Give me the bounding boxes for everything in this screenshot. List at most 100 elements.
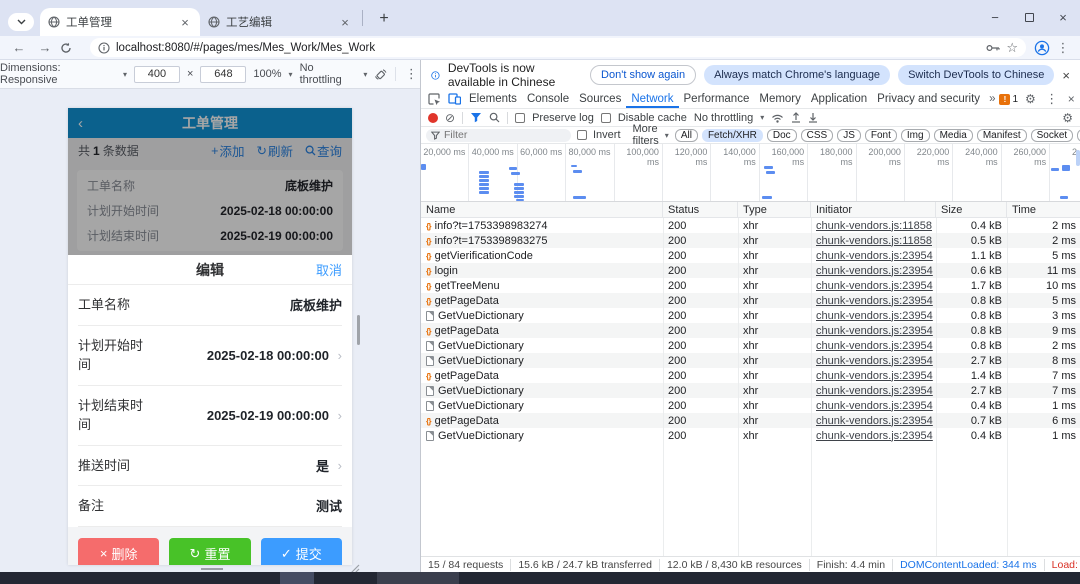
network-conditions-icon[interactable] [771, 113, 784, 123]
rotate-device-icon[interactable] [374, 68, 387, 81]
close-window-button[interactable]: × [1046, 0, 1080, 34]
profile-avatar[interactable] [1034, 40, 1050, 56]
network-request-row[interactable]: GetVueDictionary 200 xhr chunk-vendors.js:2… [421, 428, 1080, 443]
viewport-height-input[interactable] [200, 65, 247, 83]
column-header-status[interactable]: Status [663, 202, 738, 217]
network-request-row[interactable]: {} info?t=1753398983275 200 xhr chunk-vendor… [421, 233, 1080, 248]
initiator-link[interactable]: chunk-vendors.js:23954 [816, 355, 933, 367]
network-request-row[interactable]: GetVueDictionary 200 xhr chunk-vendors.js:2… [421, 353, 1080, 368]
devtools-tab-network[interactable]: Network [626, 90, 678, 108]
network-request-row[interactable]: {} getVierificationCode 200 xhr chunk-vendor… [421, 248, 1080, 263]
reload-button[interactable] [60, 42, 82, 54]
dimensions-select[interactable]: Dimensions: Responsive [0, 62, 116, 86]
devtools-tab-application[interactable]: Application [806, 90, 872, 108]
column-header-size[interactable]: Size [936, 202, 1007, 217]
filter-chip-doc[interactable]: Doc [766, 128, 797, 142]
filter-chip-img[interactable]: Img [900, 128, 930, 142]
initiator-link[interactable]: chunk-vendors.js:11858 [816, 235, 932, 247]
tab-search-button[interactable] [8, 13, 34, 31]
network-settings-gear-icon[interactable]: ⚙ [1062, 111, 1073, 125]
initiator-link[interactable]: chunk-vendors.js:23954 [816, 280, 933, 292]
password-key-icon[interactable] [986, 43, 1000, 53]
network-request-row[interactable]: {} getTreeMenu 200 xhr chunk-vendors.js:2395… [421, 278, 1080, 293]
record-network-log-button[interactable] [428, 112, 438, 123]
page-info-icon[interactable] [98, 41, 110, 54]
filter-chip-socket[interactable]: Socket [1030, 128, 1074, 142]
network-request-row[interactable]: GetVueDictionary 200 xhr chunk-vendors.js:2… [421, 308, 1080, 323]
dialog-mask-overlay[interactable] [68, 108, 352, 255]
initiator-link[interactable]: chunk-vendors.js:23954 [816, 250, 933, 262]
invert-filter-checkbox[interactable] [577, 130, 587, 140]
filter-chip-js[interactable]: JS [837, 128, 861, 142]
switch-to-chinese-button[interactable]: Switch DevTools to Chinese [898, 65, 1055, 85]
viewport-scrollbar-thumb[interactable] [357, 315, 360, 345]
network-request-row[interactable]: {} getPageData 200 xhr chunk-vendors.js:2395… [421, 413, 1080, 428]
filter-chip-manifest[interactable]: Manifest [976, 128, 1027, 142]
column-header-name[interactable]: Name [421, 202, 663, 217]
filter-chip-fetch-xhr[interactable]: Fetch/XHR [701, 128, 763, 142]
browser-menu-icon[interactable]: ⋮ [1054, 40, 1072, 56]
maximize-button[interactable] [1012, 0, 1046, 34]
timeline-scrollbar-thumb[interactable] [1076, 150, 1080, 166]
column-header-type[interactable]: Type [738, 202, 811, 217]
device-toolbar-menu-icon[interactable]: ⋮ [403, 66, 420, 82]
back-button[interactable]: ← [8, 40, 30, 55]
network-throttling-select[interactable]: No throttling [694, 112, 753, 124]
devtools-close-icon[interactable]: × [1068, 92, 1075, 106]
bookmark-star-icon[interactable]: ☆ [1006, 40, 1018, 56]
new-tab-button[interactable]: + [371, 6, 397, 32]
toggle-device-toolbar-button[interactable] [444, 93, 464, 105]
initiator-link[interactable]: chunk-vendors.js:23954 [816, 325, 933, 337]
column-separator[interactable] [738, 218, 739, 556]
minimize-button[interactable]: − [978, 0, 1012, 34]
initiator-link[interactable]: chunk-vendors.js:23954 [816, 370, 933, 382]
clear-network-log-icon[interactable]: ⊘ [445, 111, 455, 125]
infobar-close-icon[interactable]: × [1062, 68, 1070, 83]
filter-chip-font[interactable]: Font [864, 128, 897, 142]
search-icon[interactable] [489, 112, 500, 123]
initiator-link[interactable]: chunk-vendors.js:11858 [816, 220, 932, 232]
browser-tab-process-edit[interactable]: 工艺编辑 × [200, 8, 360, 36]
dialog-field--[interactable]: 计划结束时间 2025-02-19 00:00:00 › [78, 386, 342, 446]
export-har-icon[interactable] [808, 112, 818, 123]
devtools-tab-memory[interactable]: Memory [754, 90, 806, 108]
device-throttling-select[interactable]: No throttling [300, 62, 357, 86]
initiator-link[interactable]: chunk-vendors.js:23954 [816, 310, 933, 322]
initiator-link[interactable]: chunk-vendors.js:23954 [816, 415, 933, 427]
match-chrome-language-button[interactable]: Always match Chrome's language [704, 65, 891, 85]
devtools-tab-sources[interactable]: Sources [574, 90, 626, 108]
disable-cache-checkbox[interactable] [600, 112, 611, 123]
initiator-link[interactable]: chunk-vendors.js:23954 [816, 430, 933, 442]
viewport-width-input[interactable] [133, 65, 180, 83]
devtools-tab-console[interactable]: Console [522, 90, 574, 108]
column-header-time[interactable]: Time [1007, 202, 1080, 217]
filter-chip-all[interactable]: All [674, 128, 698, 142]
initiator-link[interactable]: chunk-vendors.js:23954 [816, 295, 933, 307]
tab-close-icon[interactable]: × [178, 15, 192, 30]
column-separator[interactable] [936, 218, 937, 556]
filter-input[interactable] [426, 128, 571, 142]
column-header-initiator[interactable]: Initiator [811, 202, 936, 217]
more-tabs-button[interactable]: » [985, 93, 999, 105]
url-text[interactable]: localhost:8080/#/pages/mes/Mes_Work/Mes_… [116, 42, 980, 54]
network-request-row[interactable]: GetVueDictionary 200 xhr chunk-vendors.js:2… [421, 383, 1080, 398]
omnibox[interactable]: localhost:8080/#/pages/mes/Mes_Work/Mes_… [90, 38, 1026, 57]
reset-button[interactable]: ↻ 重置 [169, 537, 251, 565]
column-separator[interactable] [811, 218, 812, 556]
devtools-tab-elements[interactable]: Elements [464, 90, 522, 108]
devtools-menu-icon[interactable]: ⋮ [1043, 91, 1061, 107]
issues-counter[interactable]: ! 1 [999, 93, 1018, 105]
dont-show-again-button[interactable]: Don't show again [590, 65, 697, 85]
dialog-field--[interactable]: 备注 测试 [78, 486, 342, 527]
initiator-link[interactable]: chunk-vendors.js:23954 [816, 400, 933, 412]
network-request-row[interactable]: {} getPageData 200 xhr chunk-vendors.js:2395… [421, 368, 1080, 383]
preserve-log-checkbox[interactable] [515, 112, 526, 123]
filter-funnel-icon[interactable] [470, 112, 482, 123]
zoom-select[interactable]: 100% [253, 68, 281, 80]
forward-button[interactable]: → [34, 40, 56, 55]
dialog-field--[interactable]: 推送时间 是 › [78, 446, 342, 486]
submit-button[interactable]: ✓ 提交 [260, 537, 342, 565]
network-request-row[interactable]: GetVueDictionary 200 xhr chunk-vendors.js:2… [421, 338, 1080, 353]
cancel-button[interactable]: 取消 [316, 260, 342, 279]
import-har-icon[interactable] [791, 112, 801, 123]
